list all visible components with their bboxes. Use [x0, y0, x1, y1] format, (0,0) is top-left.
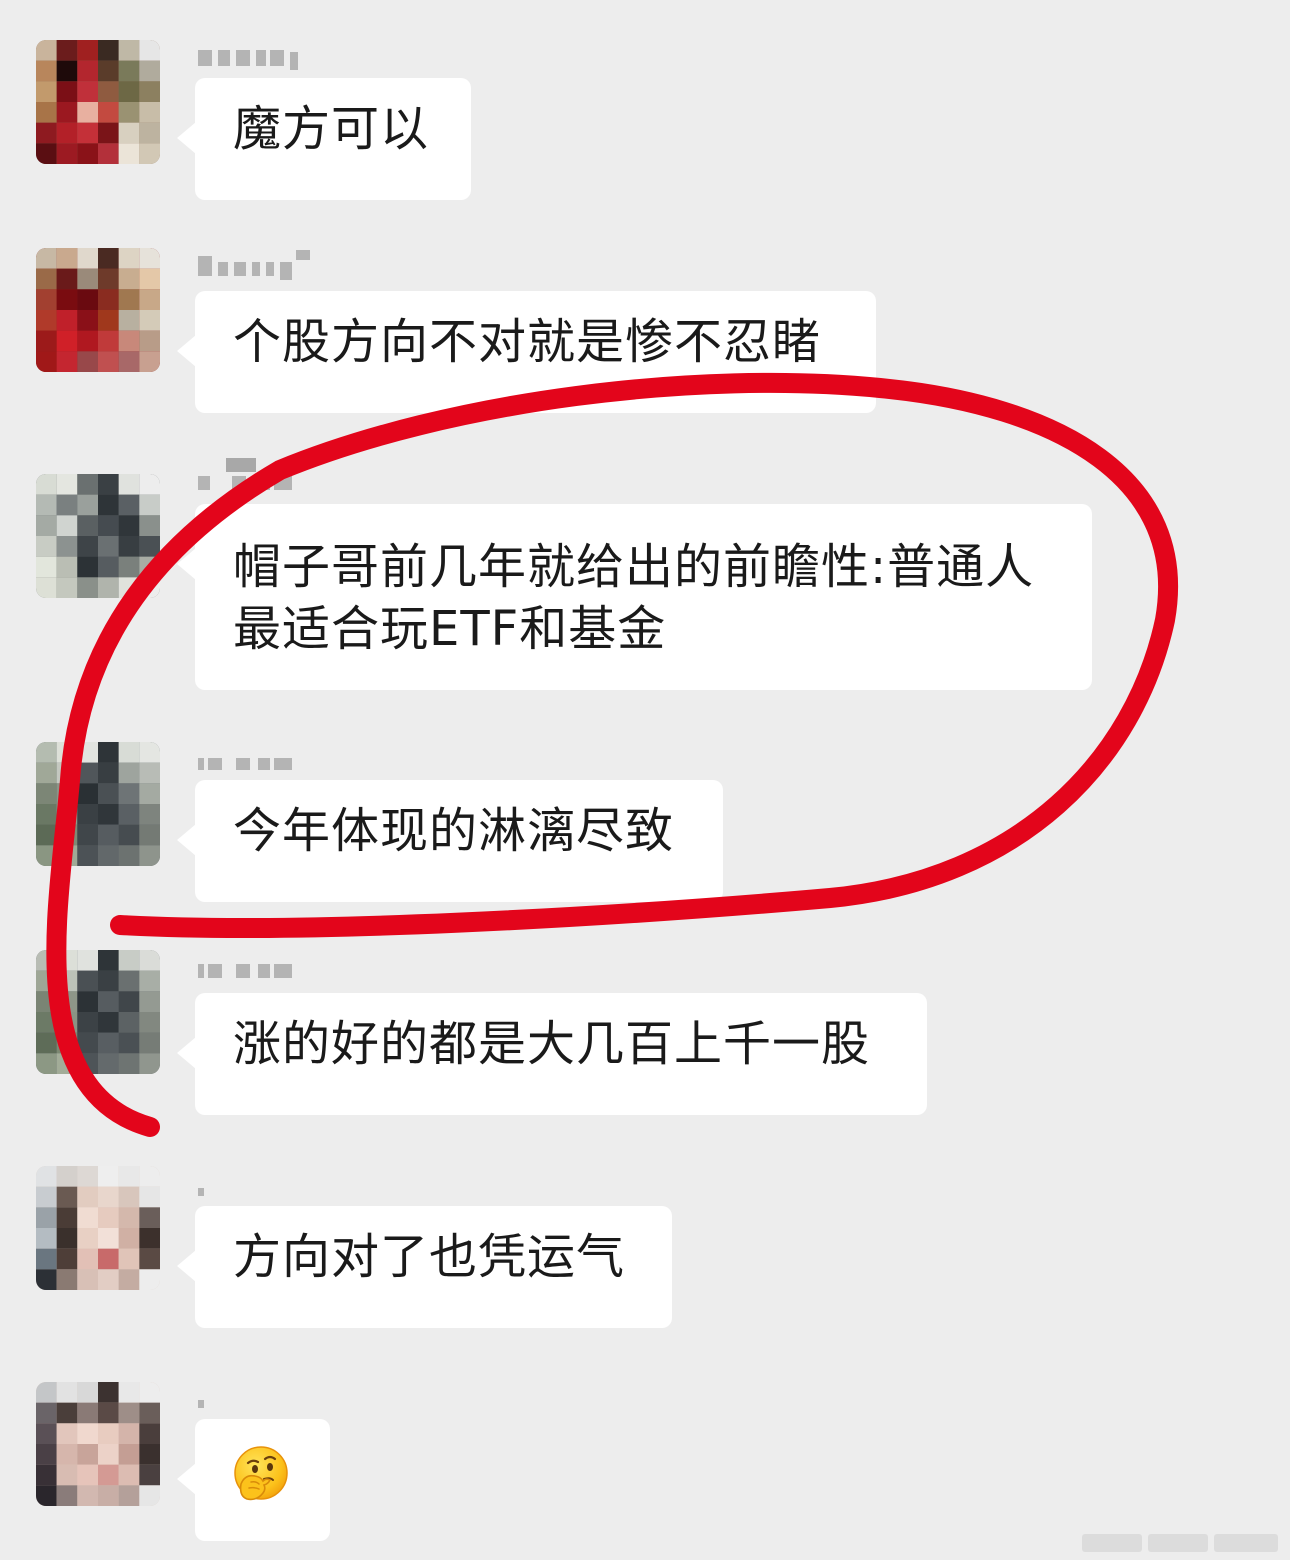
message-text: 个股方向不对就是惨不忍睹	[233, 314, 822, 370]
sender-avatar-1[interactable]	[36, 40, 160, 164]
sender-name-2	[196, 246, 316, 282]
sender-name-3	[196, 458, 306, 494]
message-text-line-2: 最适合玩ETF和基金	[233, 601, 667, 657]
message-bubble-5[interactable]: 涨的好的都是大几百上千一股	[177, 993, 927, 1115]
message-text: 魔方可以	[233, 101, 430, 157]
watermark	[1082, 1534, 1278, 1552]
sender-avatar-3[interactable]	[36, 474, 160, 598]
sender-name-7	[196, 1378, 236, 1414]
sender-avatar-6[interactable]	[36, 1166, 160, 1290]
message-bubble-2[interactable]: 个股方向不对就是惨不忍睹	[177, 291, 876, 413]
message-bubble-3[interactable]: 帽子哥前几年就给出的前瞻性:普通人 最适合玩ETF和基金	[177, 504, 1092, 690]
message-text: 涨的好的都是大几百上千一股	[233, 1016, 871, 1072]
thinking-face-emoji-icon	[234, 1446, 288, 1501]
sender-avatar-4[interactable]	[36, 742, 160, 866]
message-text: 方向对了也凭运气	[233, 1229, 626, 1285]
message-bubble-6[interactable]: 方向对了也凭运气	[177, 1206, 672, 1328]
sender-name-6	[196, 1166, 236, 1202]
sender-avatar-7[interactable]	[36, 1382, 160, 1506]
message-text-line-1: 帽子哥前几年就给出的前瞻性:普通人	[233, 539, 1035, 595]
sender-name-5	[196, 948, 306, 984]
sender-name-1	[196, 36, 306, 72]
message-bubble-1[interactable]: 魔方可以	[177, 78, 471, 200]
sender-avatar-5[interactable]	[36, 950, 160, 1074]
message-bubble-4[interactable]: 今年体现的淋漓尽致	[177, 780, 723, 902]
message-bubble-7[interactable]	[177, 1419, 330, 1541]
sender-avatar-2[interactable]	[36, 248, 160, 372]
message-text: 今年体现的淋漓尽致	[233, 803, 675, 859]
sender-name-4	[196, 740, 306, 776]
